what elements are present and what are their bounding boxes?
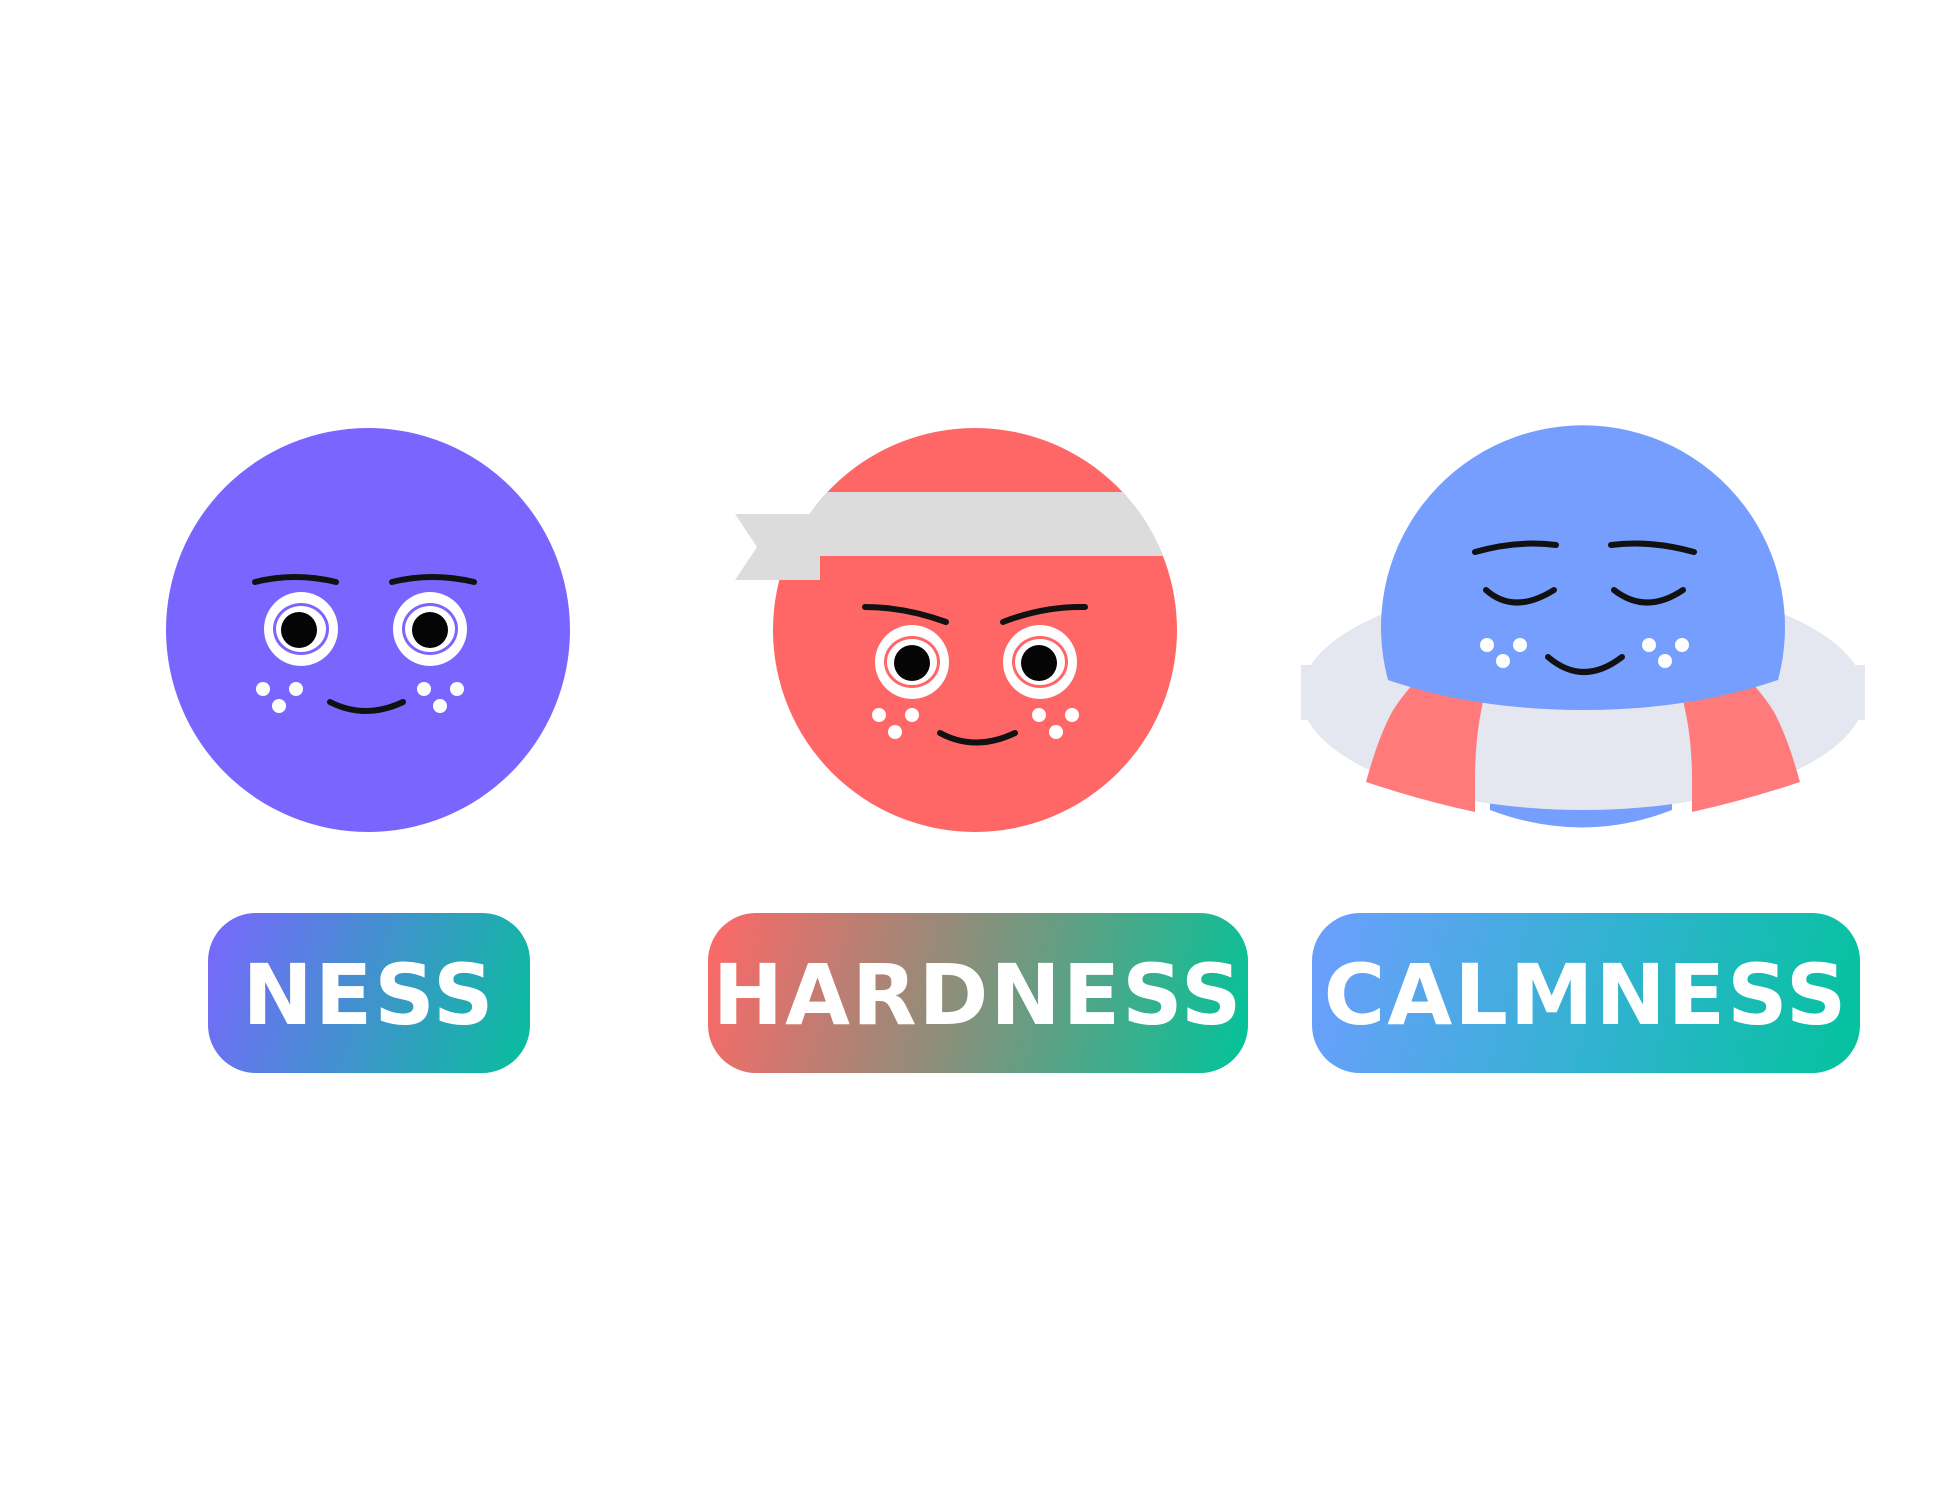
hardness-left-pupil <box>894 645 930 681</box>
ness-character <box>166 428 570 832</box>
calmness-label-pill: CALMNESS <box>1312 913 1860 1073</box>
hardness-label-pill: HARDNESS <box>708 913 1248 1073</box>
hardness-headband <box>773 492 1177 556</box>
characters-illustration <box>166 425 1865 832</box>
calmness-face <box>1381 425 1786 710</box>
hardness-right-pupil <box>1021 645 1057 681</box>
ness-label: NESS <box>242 946 496 1044</box>
ness-left-pupil <box>281 612 317 648</box>
ness-label-pill: NESS <box>208 913 530 1073</box>
hardness-label: HARDNESS <box>712 946 1244 1044</box>
calmness-label: CALMNESS <box>1323 946 1849 1044</box>
calmness-character <box>1301 425 1865 828</box>
hardness-face <box>773 428 1177 832</box>
ness-right-pupil <box>412 612 448 648</box>
hardness-character <box>735 428 1177 832</box>
ness-face <box>166 428 570 832</box>
stage: NESS HARDNESS CALMNESS <box>0 0 1940 1489</box>
